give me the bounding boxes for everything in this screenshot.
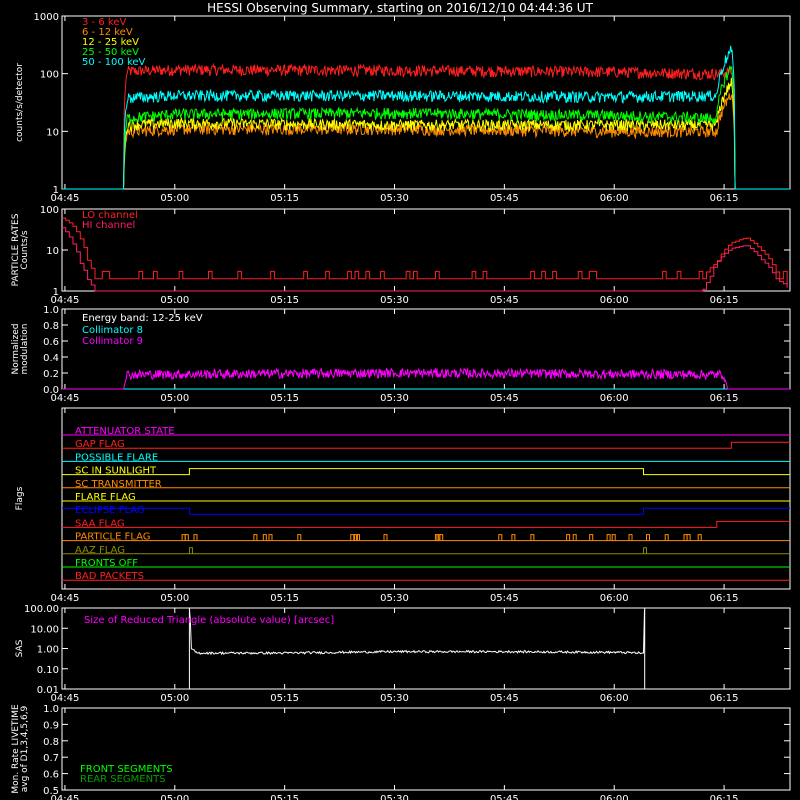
flag-label-6: ECLIPSE FLAG <box>75 505 145 516</box>
x-tick-label-monitor-5: 06:00 <box>600 794 629 800</box>
y-tick-label-particle-0: 1 <box>53 287 59 298</box>
y-tick-label-monitor-1: 0.6 <box>43 770 59 781</box>
x-tick-label-particle-4: 05:45 <box>490 295 519 306</box>
y-tick-label-counts-3: 1000 <box>34 12 59 23</box>
y-tick-label-counts-1: 10 <box>46 127 59 138</box>
x-tick-label-sas-5: 06:00 <box>600 693 629 704</box>
x-tick-label-monitor-3: 05:30 <box>380 794 409 800</box>
x-tick-label-modulation-3: 05:30 <box>380 393 409 404</box>
legend-entry-modulation-1: Collimator 9 <box>82 336 143 347</box>
y-tick-label-modulation-4: 0.8 <box>43 321 59 332</box>
figure-canvas: HESSI Observing Summary, starting on 201… <box>0 0 800 800</box>
x-tick-label-monitor-4: 05:45 <box>490 794 519 800</box>
flag-label-8: PARTICLE FLAG <box>75 532 151 543</box>
y-tick-label-counts-0: 1 <box>53 185 59 196</box>
x-tick-label-counts-1: 05:00 <box>160 193 189 204</box>
x-tick-label-particle-3: 05:30 <box>380 295 409 306</box>
y-tick-label-particle-1: 10 <box>46 246 59 257</box>
y-tick-label-sas-4: 100.00 <box>24 604 59 615</box>
x-tick-label-monitor-1: 05:00 <box>160 794 189 800</box>
y-axis-label-flags-0: Flags <box>15 486 25 510</box>
y-tick-label-modulation-5: 1.0 <box>43 305 59 316</box>
y-axis-label-particle-1: Counts/s <box>20 230 30 269</box>
flag-label-1: GAP FLAG <box>75 439 125 450</box>
flag-label-10: FRONTS OFF <box>75 558 138 569</box>
x-tick-label-counts-6: 06:15 <box>710 193 739 204</box>
x-tick-label-flags-2: 05:15 <box>270 593 299 604</box>
flag-label-0: ATTENUATOR STATE <box>75 426 175 437</box>
y-tick-label-monitor-4: 0.9 <box>43 720 59 731</box>
x-tick-label-sas-1: 05:00 <box>160 693 189 704</box>
x-tick-label-modulation-5: 06:00 <box>600 393 629 404</box>
legend-entry-particle-1: HI channel <box>82 220 135 231</box>
y-tick-label-monitor-5: 1.0 <box>43 704 59 715</box>
y-tick-label-modulation-1: 0.2 <box>43 369 59 380</box>
x-tick-label-monitor-6: 06:15 <box>710 794 739 800</box>
y-tick-label-sas-1: 0.10 <box>37 665 59 676</box>
y-tick-label-monitor-0: 0.5 <box>43 786 59 797</box>
x-tick-label-modulation-1: 05:00 <box>160 393 189 404</box>
x-tick-label-flags-3: 05:30 <box>380 593 409 604</box>
x-tick-label-particle-6: 06:15 <box>710 295 739 306</box>
x-tick-label-sas-6: 06:15 <box>710 693 739 704</box>
legend-entry-monitor-1: REAR SEGMENTS <box>80 774 166 785</box>
figure-title: HESSI Observing Summary, starting on 201… <box>207 1 593 15</box>
flag-label-3: SC IN SUNLIGHT <box>75 466 157 477</box>
y-tick-label-modulation-0: 0.0 <box>43 385 59 396</box>
x-tick-label-flags-0: 04:45 <box>51 593 80 604</box>
y-tick-label-modulation-3: 0.6 <box>43 337 59 348</box>
x-tick-label-flags-5: 06:00 <box>600 593 629 604</box>
x-tick-label-modulation-6: 06:15 <box>710 393 739 404</box>
flag-label-5: FLARE FLAG <box>75 492 136 503</box>
flag-label-2: POSSIBLE FLARE <box>75 452 158 463</box>
y-axis-label-modulation-1: modulation <box>20 324 30 375</box>
y-tick-label-monitor-3: 0.8 <box>43 737 59 748</box>
sas-annotation: Size of Reduced Triangle (absolute value… <box>84 615 334 626</box>
x-tick-label-flags-1: 05:00 <box>160 593 189 604</box>
x-tick-label-particle-1: 05:00 <box>160 295 189 306</box>
legend-entry-counts-4: 50 - 100 keV <box>82 57 146 68</box>
y-tick-label-modulation-2: 0.4 <box>43 353 59 364</box>
flag-label-9: AAZ FLAG <box>75 545 125 556</box>
x-tick-label-particle-5: 06:00 <box>600 295 629 306</box>
flag-label-4: SC TRANSMITTER <box>75 479 162 490</box>
y-tick-label-sas-2: 1.00 <box>37 645 59 656</box>
x-tick-label-counts-4: 05:45 <box>490 193 519 204</box>
flag-label-7: SAA FLAG <box>75 518 125 529</box>
x-tick-label-sas-2: 05:15 <box>270 693 299 704</box>
y-tick-label-sas-0: 0.01 <box>37 685 59 696</box>
modulation-annotation: Energy band: 12-25 keV <box>82 313 203 324</box>
x-tick-label-particle-2: 05:15 <box>270 295 299 306</box>
legend-entry-modulation-0: Collimator 8 <box>82 325 143 336</box>
x-tick-label-modulation-4: 05:45 <box>490 393 519 404</box>
flag-label-11: BAD PACKETS <box>75 571 144 582</box>
y-tick-label-counts-2: 100 <box>40 70 59 81</box>
x-tick-label-sas-3: 05:30 <box>380 693 409 704</box>
y-tick-label-monitor-2: 0.7 <box>43 753 59 764</box>
x-tick-label-modulation-2: 05:15 <box>270 393 299 404</box>
x-tick-label-counts-3: 05:30 <box>380 193 409 204</box>
x-tick-label-flags-6: 06:15 <box>710 593 739 604</box>
y-axis-label-sas-0: SAS <box>15 639 25 657</box>
y-axis-label-counts-0: counts/s/detector <box>15 63 25 142</box>
x-tick-label-flags-4: 05:45 <box>490 593 519 604</box>
hessi-summary-figure: HESSI Observing Summary, starting on 201… <box>0 0 800 800</box>
x-tick-label-sas-4: 05:45 <box>490 693 519 704</box>
y-tick-label-particle-2: 100 <box>40 205 59 216</box>
x-tick-label-monitor-2: 05:15 <box>270 794 299 800</box>
y-axis-label-monitor-1: avg of D1,3,4,5,6,9 <box>20 705 30 792</box>
x-tick-label-counts-5: 06:00 <box>600 193 629 204</box>
y-tick-label-sas-3: 10.00 <box>30 624 59 635</box>
x-tick-label-counts-2: 05:15 <box>270 193 299 204</box>
